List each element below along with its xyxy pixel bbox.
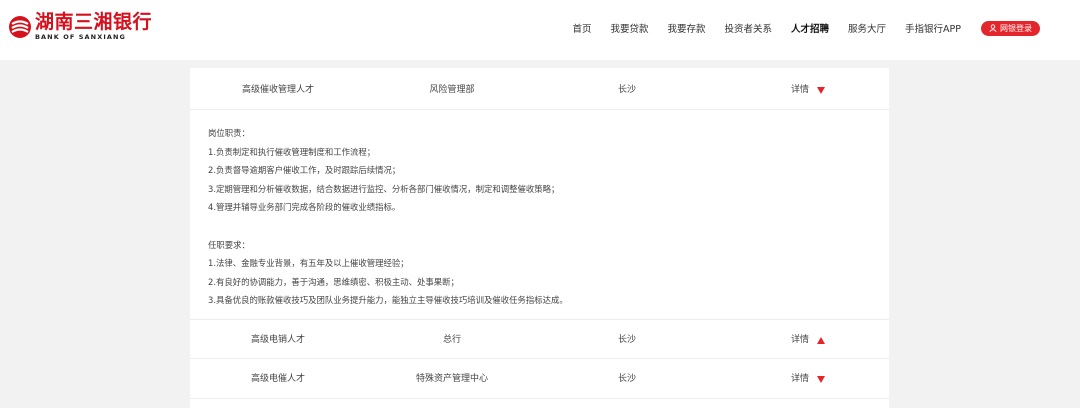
login-label: 网银登录 <box>1000 23 1032 33</box>
duty-item: 3.定期管理和分析催收数据，结合数据进行监控、分析各部门催收情况，制定和调整催收… <box>208 183 560 194</box>
nav-item-careers[interactable]: 人才招聘 <box>791 21 829 35</box>
job-row[interactable]: 高级电销人才 总行 长沙 详情 <box>190 319 889 359</box>
job-detail-toggle[interactable]: 详情 <box>791 320 809 360</box>
bank-logo[interactable]: 湖南三湘银行 BANK OF SANXIANG <box>8 13 152 41</box>
requirement-item: 1.法律、金融专业背景，有五年及以上催收管理经验； <box>208 258 409 269</box>
caret-up-icon[interactable] <box>817 337 825 344</box>
job-list-panel: 高级催收管理人才 风险管理部 长沙 详情 岗位职责： 1.负责制定和执行催收管理… <box>190 68 889 408</box>
job-detail-toggle[interactable]: 详情 <box>791 70 809 110</box>
job-location: 长沙 <box>617 335 637 345</box>
job-department: 风险管理部 <box>429 85 475 95</box>
duties-heading: 岗位职责： <box>208 128 250 138</box>
nav-item-home[interactable]: 首页 <box>572 21 591 35</box>
user-icon <box>989 24 997 32</box>
nav-item-investor-relations[interactable]: 投资者关系 <box>724 21 772 35</box>
caret-down-icon[interactable] <box>817 376 825 383</box>
job-detail-toggle[interactable]: 详情 <box>791 359 809 399</box>
brand-name-en: BANK OF SANXIANG <box>35 33 126 41</box>
job-title: 高级电销人才 <box>250 335 306 345</box>
duty-item: 1.负责制定和执行催收管理制度和工作流程； <box>208 146 376 157</box>
caret-down-icon[interactable] <box>817 87 825 94</box>
nav-item-mobile-app[interactable]: 手指银行APP <box>905 21 961 35</box>
nav-item-deposits[interactable]: 我要存款 <box>667 21 705 35</box>
nav-item-loans[interactable]: 我要贷款 <box>610 21 648 35</box>
job-row[interactable]: 高级催收管理人才 风险管理部 长沙 详情 <box>190 70 889 110</box>
job-title: 高级电催人才 <box>250 374 306 384</box>
requirements-heading: 任职要求： <box>208 239 250 250</box>
main-nav: 首页 我要贷款 我要存款 投资者关系 人才招聘 服务大厅 手指银行APP 网银登… <box>553 0 1040 56</box>
nav-item-service-hall[interactable]: 服务大厅 <box>848 21 886 35</box>
job-description: 岗位职责： 1.负责制定和执行催收管理制度和工作流程； 2.负责督导逾期客户催收… <box>208 124 868 310</box>
requirement-item: 2.有良好的协调能力，善于沟通，思维缜密、积极主动、处事果断； <box>208 276 459 287</box>
job-location: 长沙 <box>617 85 637 95</box>
brand-name-cn: 湖南三湘银行 <box>35 11 153 33</box>
duty-item: 4.管理并辅导业务部门完成各阶段的催收业绩指标。 <box>208 202 401 213</box>
job-department: 总行 <box>442 335 462 345</box>
requirement-item: 3.具备优良的账款催收技巧及团队业务提升能力，能独立主导催收技巧培训及催收任务指… <box>208 295 568 306</box>
online-banking-login-button[interactable]: 网银登录 <box>981 20 1040 36</box>
job-title: 高级催收管理人才 <box>241 85 315 95</box>
top-header: 湖南三湘银行 BANK OF SANXIANG 首页 我要贷款 我要存款 投资者… <box>0 0 1080 60</box>
job-department: 特殊资产管理中心 <box>415 374 489 384</box>
job-row[interactable]: 高级电催人才 特殊资产管理中心 长沙 详情 <box>190 359 889 399</box>
sanxiang-logo-icon <box>9 15 31 38</box>
duty-item: 2.负责督导逾期客户催收工作，及时跟踪后续情况； <box>208 165 401 176</box>
job-location: 长沙 <box>617 374 637 384</box>
